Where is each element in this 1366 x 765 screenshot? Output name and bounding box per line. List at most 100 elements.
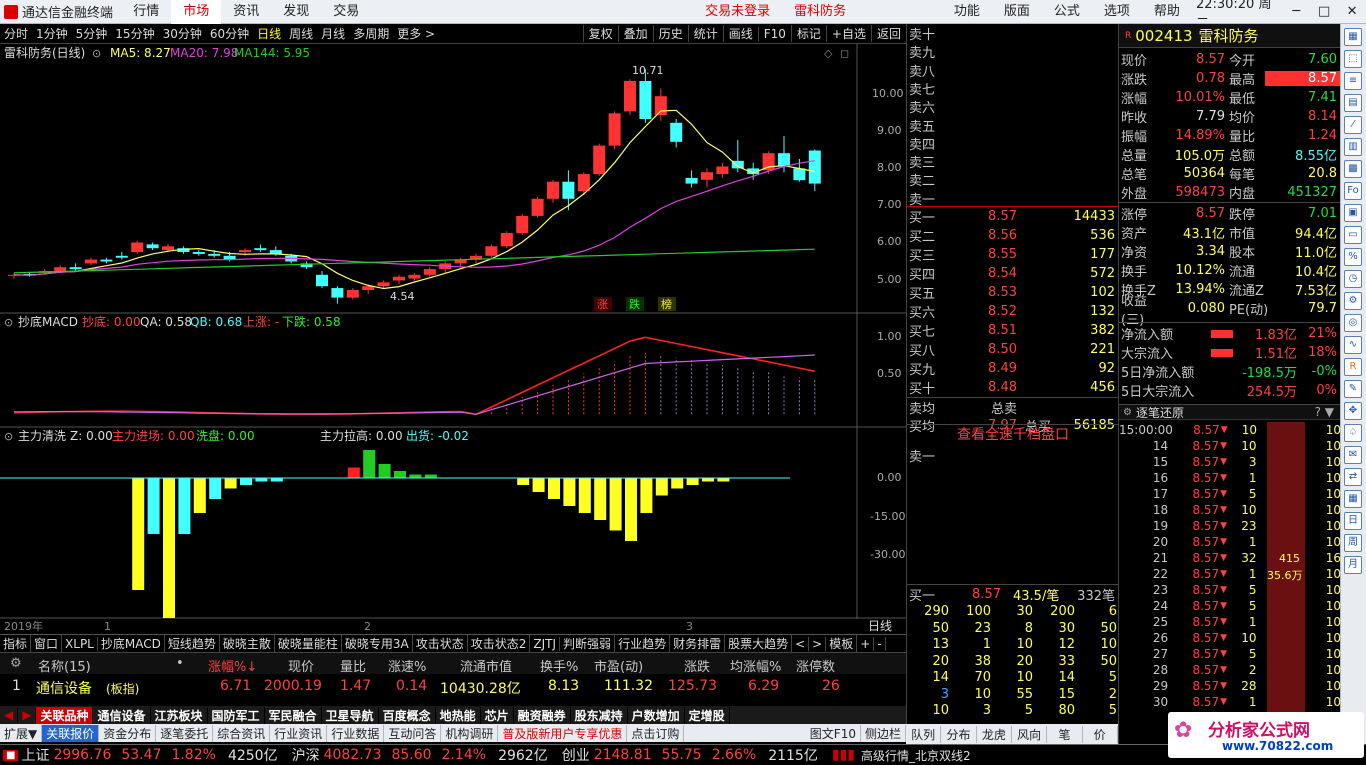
indicator-tab-15[interactable]: < bbox=[792, 636, 810, 651]
indicator-tab-6[interactable]: 破晓量能柱 bbox=[275, 635, 342, 652]
tick-gear-icon[interactable]: ⚙ bbox=[1119, 407, 1132, 418]
trade-login-status[interactable]: 交易未登录 bbox=[693, 0, 782, 24]
candle-body[interactable] bbox=[192, 252, 205, 254]
indicator-tab-7[interactable]: 破晓专用3A bbox=[342, 635, 413, 652]
board-header-8[interactable]: 市盈(动) bbox=[594, 656, 643, 675]
board-header-7[interactable]: 换手% bbox=[540, 656, 578, 675]
tool-biaoji[interactable]: 标记 bbox=[790, 25, 826, 42]
move-icon[interactable]: ✥ bbox=[1344, 402, 1362, 420]
buy-level-8[interactable]: 买八 8.50 221 bbox=[907, 340, 1119, 359]
board-header-4[interactable]: 量比 bbox=[340, 656, 366, 675]
candle-body[interactable] bbox=[146, 244, 159, 249]
candle-body[interactable] bbox=[670, 122, 683, 142]
explore-tab-9[interactable]: 普及版新用户专享优惠 bbox=[498, 724, 628, 742]
candle-body[interactable] bbox=[85, 259, 97, 264]
tool-icon-4[interactable]: ▤ bbox=[1344, 94, 1362, 112]
sell-level-1[interactable]: 卖一 bbox=[907, 189, 1119, 208]
tool-icon-19[interactable]: ♤ bbox=[1344, 424, 1362, 442]
tool-icon-13[interactable]: ⚙ bbox=[1344, 292, 1362, 310]
candle-body[interactable] bbox=[624, 81, 636, 112]
side-tab-5[interactable]: 价 bbox=[1083, 725, 1118, 743]
cy-label[interactable]: 创业 bbox=[548, 745, 590, 765]
tool-icon-3[interactable]: ≡ bbox=[1344, 72, 1362, 90]
tf-multi[interactable]: 多周期 bbox=[349, 25, 393, 42]
candle-body[interactable] bbox=[608, 113, 621, 146]
tool-icon-7[interactable]: ▩ bbox=[1344, 160, 1362, 178]
menu-gongneng[interactable]: 功能 bbox=[942, 0, 992, 24]
menu-jiaoyi[interactable]: 交易 bbox=[321, 0, 371, 24]
side-tab-0[interactable]: 队列 bbox=[906, 725, 942, 743]
tf-more[interactable]: 更多 > bbox=[393, 25, 439, 42]
explore-tab-3[interactable]: 逐笔委托 bbox=[156, 724, 214, 742]
explore-tab-12[interactable]: 侧边栏 bbox=[861, 724, 906, 742]
sell-level-9[interactable]: 卖九 bbox=[907, 42, 1119, 61]
maximize-icon[interactable]: □ bbox=[1310, 0, 1338, 24]
indicator-tab-8[interactable]: 攻击状态 bbox=[413, 635, 468, 652]
buy-level-3[interactable]: 买三 8.55 177 bbox=[907, 245, 1119, 264]
candle-body[interactable] bbox=[69, 267, 82, 270]
explore-tab-4[interactable]: 综合资讯 bbox=[213, 724, 271, 742]
tick-title[interactable]: 逐笔还原 bbox=[1132, 404, 1184, 421]
menu-xuanxiang[interactable]: 选项 bbox=[1092, 0, 1142, 24]
block-tab-6[interactable]: 百度概念 bbox=[378, 706, 436, 724]
tool-icon-20[interactable]: ✉ bbox=[1344, 446, 1362, 464]
candle-body[interactable] bbox=[808, 150, 821, 184]
menu-bangzhu[interactable]: 帮助 bbox=[1142, 0, 1192, 24]
tool-icon-17[interactable]: ✎ bbox=[1344, 380, 1362, 398]
tool-icon-2[interactable]: ⬚ bbox=[1344, 50, 1362, 68]
board-header-10[interactable]: 均涨幅% bbox=[730, 656, 781, 675]
block-tab-10[interactable]: 股东减持 bbox=[570, 706, 628, 724]
indicator-tab-14[interactable]: 股票大趋势 bbox=[725, 635, 793, 652]
explore-tab-5[interactable]: 行业资讯 bbox=[270, 724, 328, 742]
candle-body[interactable] bbox=[208, 253, 221, 256]
block-tab-7[interactable]: 地热能 bbox=[435, 706, 481, 724]
menu-hangqing[interactable]: 行情 bbox=[121, 0, 171, 24]
indicator-tab-9[interactable]: 攻击状态2 bbox=[468, 635, 531, 652]
tool-icon-6[interactable]: ▥ bbox=[1344, 138, 1362, 156]
side-tab-1[interactable]: 分布 bbox=[941, 725, 977, 743]
explore-tab-1[interactable]: 关联报价 bbox=[42, 724, 100, 742]
candle-body[interactable] bbox=[162, 246, 174, 251]
candle-body[interactable] bbox=[639, 81, 652, 119]
block-tab-0[interactable]: 关联品种 bbox=[36, 706, 94, 724]
buy-level-10[interactable]: 买十 8.48 456 bbox=[907, 378, 1119, 397]
side-tab-2[interactable]: 龙虎 bbox=[977, 725, 1012, 743]
candle-body[interactable] bbox=[778, 153, 790, 167]
board-header-1[interactable]: • bbox=[176, 656, 184, 671]
tool-icon-12[interactable]: ◷ bbox=[1344, 270, 1362, 288]
sell-level-3[interactable]: 卖三 bbox=[907, 152, 1119, 171]
sell-level-7[interactable]: 卖七 bbox=[907, 79, 1119, 98]
tool-icon-21[interactable]: ⇄ bbox=[1344, 468, 1362, 486]
chart-expand-icon[interactable]: ◻ bbox=[840, 47, 849, 60]
board-header-6[interactable]: 流通市值 bbox=[460, 656, 512, 675]
candle-body[interactable] bbox=[531, 198, 544, 216]
tool-icon-9[interactable]: ▣ bbox=[1344, 204, 1362, 222]
candle-body[interactable] bbox=[131, 242, 144, 253]
candle-body[interactable] bbox=[562, 181, 575, 199]
candle-body[interactable] bbox=[547, 181, 559, 199]
candle-body[interactable] bbox=[423, 269, 436, 275]
tool-icon-10[interactable]: ▭ bbox=[1344, 226, 1362, 244]
candle-body[interactable] bbox=[516, 215, 529, 233]
indicator-tab-19[interactable]: - bbox=[874, 636, 886, 651]
tool-fuquan[interactable]: 复权 bbox=[582, 25, 618, 42]
candle-body[interactable] bbox=[331, 288, 344, 298]
explore-tab-11[interactable]: 图文F10 bbox=[806, 724, 861, 742]
candle-body[interactable] bbox=[377, 282, 390, 287]
tool-icon-14[interactable]: ◎ bbox=[1344, 314, 1362, 332]
badge-bang[interactable]: 榜 bbox=[661, 297, 672, 311]
sell-level-6[interactable]: 卖六 bbox=[907, 97, 1119, 116]
x-period-label[interactable]: 日线 bbox=[868, 619, 892, 633]
candle-body[interactable] bbox=[393, 276, 405, 281]
current-stock-tag[interactable]: 雷科防务 bbox=[782, 0, 858, 24]
indicator-tab-2[interactable]: XLPL bbox=[62, 636, 98, 651]
tool-icon-8[interactable]: Fo bbox=[1344, 182, 1362, 200]
tf-fenshi[interactable]: 分时 bbox=[0, 25, 32, 42]
tool-icon-24[interactable]: 周 bbox=[1344, 534, 1362, 552]
candle-body[interactable] bbox=[316, 274, 328, 287]
candle-body[interactable] bbox=[593, 145, 606, 175]
buy-level-2[interactable]: 买二 8.56 536 bbox=[907, 226, 1119, 245]
candle-body[interactable] bbox=[577, 174, 590, 192]
menu-faxian[interactable]: 发现 bbox=[271, 0, 321, 24]
tf-30min[interactable]: 30分钟 bbox=[159, 25, 206, 42]
